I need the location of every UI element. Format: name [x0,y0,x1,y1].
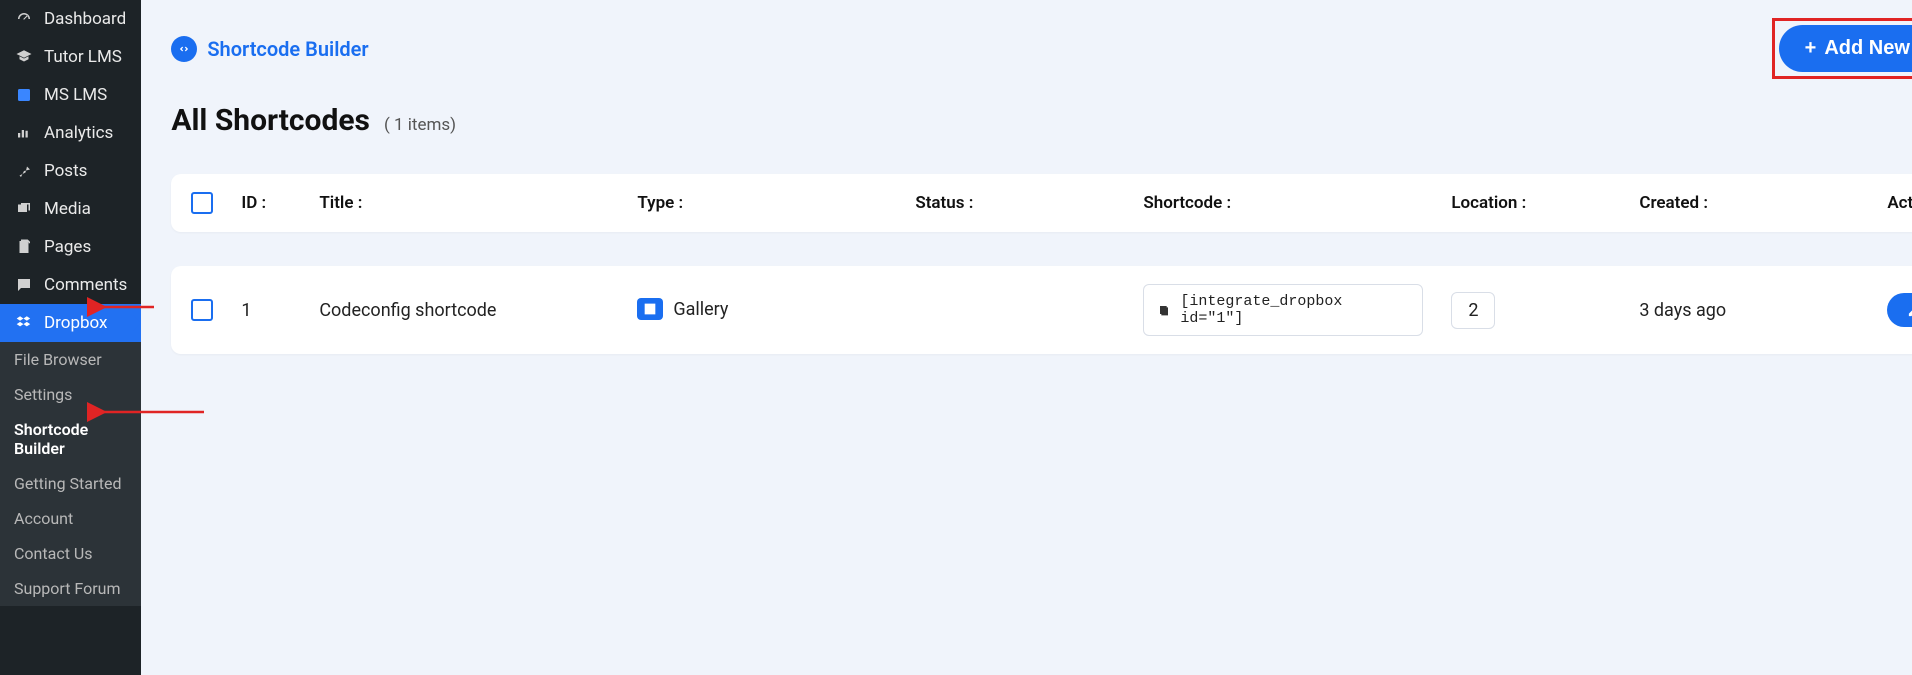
submenu-file-browser[interactable]: File Browser [0,342,141,377]
col-actions: Actions : [1887,193,1912,213]
row-id: 1 [241,300,291,321]
item-count: ( 1 items) [384,115,456,135]
col-location: Location : [1451,193,1611,213]
sidebar-item-label: Posts [44,161,87,181]
edit-button[interactable]: Edit [1887,293,1912,327]
media-icon [14,199,34,219]
pin-icon [14,161,34,181]
sidebar-item-dropbox[interactable]: Dropbox [0,304,141,342]
sidebar-item-label: Analytics [44,123,113,143]
add-button-label: Add New Shortcode [1824,37,1912,60]
dropbox-submenu: File Browser Settings Shortcode Builder … [0,342,141,606]
select-all-checkbox[interactable] [191,192,213,214]
sidebar-item-comments[interactable]: Comments [0,266,141,304]
submenu-contact-us[interactable]: Contact Us [0,536,141,571]
sidebar-item-label: Comments [44,275,127,295]
sidebar-item-label: Dropbox [44,313,108,333]
sidebar-item-media[interactable]: Media [0,190,141,228]
col-id: ID : [241,193,291,213]
table-header-panel: ID : Title : Type : Status : Shortcode :… [171,174,1912,232]
sidebar-item-label: Dashboard [44,9,126,29]
shortcode-chip[interactable]: [integrate_dropbox id="1"] [1143,284,1423,336]
submenu-account[interactable]: Account [0,501,141,536]
sidebar-item-analytics[interactable]: Analytics [0,114,141,152]
edit-icon [1907,303,1912,318]
submenu-settings[interactable]: Settings [0,377,141,412]
sidebar-item-pages[interactable]: Pages [0,228,141,266]
sidebar-item-posts[interactable]: Posts [0,152,141,190]
pages-icon [14,237,34,257]
sidebar-item-label: Pages [44,237,91,257]
submenu-shortcode-builder[interactable]: Shortcode Builder [0,412,141,466]
row-shortcode: [integrate_dropbox id="1"] [1180,293,1410,327]
sidebar-item-dashboard[interactable]: Dashboard [0,0,141,38]
breadcrumb-title: Shortcode Builder [207,37,368,61]
code-icon [171,36,197,62]
col-type: Type : [637,193,887,213]
sidebar-item-label: Tutor LMS [44,47,122,67]
gauge-icon [14,9,34,29]
sidebar-item-tutor-lms[interactable]: Tutor LMS [0,38,141,76]
add-new-shortcode-button[interactable]: + Add New Shortcode [1779,25,1912,72]
table-row: 1 Codeconfig shortcode Gallery [integrat… [171,266,1912,354]
col-title: Title : [319,193,609,213]
row-created: 3 days ago [1639,300,1859,321]
submenu-support-forum[interactable]: Support Forum [0,571,141,606]
col-status: Status : [915,193,1115,213]
row-type: Gallery [673,299,728,320]
comment-icon [14,275,34,295]
chart-icon [14,123,34,143]
sidebar-item-ms-lms[interactable]: MS LMS [0,76,141,114]
breadcrumb[interactable]: Shortcode Builder [171,36,368,62]
sidebar-item-label: MS LMS [44,85,107,105]
row-title: Codeconfig shortcode [319,300,609,321]
submenu-getting-started[interactable]: Getting Started [0,466,141,501]
copy-icon [1156,302,1172,318]
plus-icon: + [1805,37,1817,60]
col-shortcode: Shortcode : [1143,193,1423,213]
row-location[interactable]: 2 [1451,292,1495,329]
col-created: Created : [1639,193,1859,213]
page-title: All Shortcodes [171,103,370,138]
image-icon [637,298,663,320]
admin-sidebar: Dashboard Tutor LMS MS LMS Analytics Pos… [0,0,141,675]
cap-icon [14,47,34,67]
square-icon [14,85,34,105]
sidebar-item-label: Media [44,199,91,219]
annotation-highlight: + Add New Shortcode [1772,18,1912,79]
dropbox-icon [14,313,34,333]
main-content: Shortcode Builder + Add New Shortcode Al… [141,0,1912,675]
row-checkbox[interactable] [191,299,213,321]
